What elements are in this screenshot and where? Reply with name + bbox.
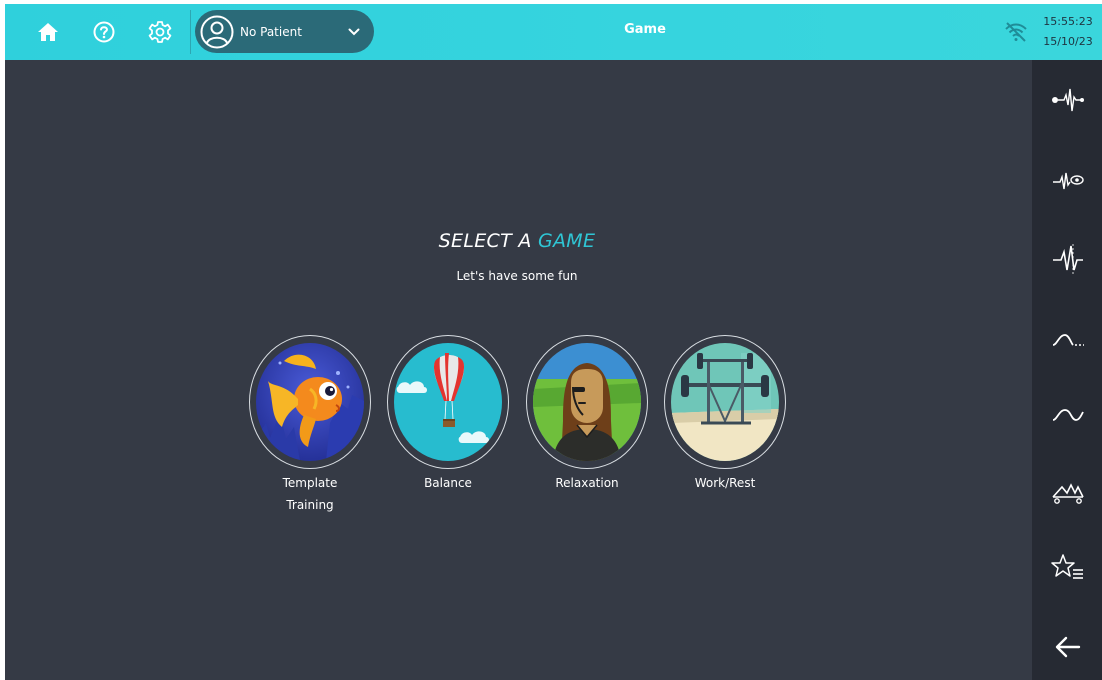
- chevron-down-icon: [348, 26, 360, 38]
- gear-icon[interactable]: [146, 18, 174, 46]
- toolbar-divider: [190, 10, 191, 54]
- patient-selector[interactable]: No Patient: [195, 10, 374, 53]
- back-arrow-icon[interactable]: [1050, 630, 1086, 664]
- help-icon[interactable]: [90, 18, 118, 46]
- app-frame: No Patient Game 15:55:23 15/10/23 SELECT…: [5, 4, 1102, 680]
- ecg-spike-icon[interactable]: [1050, 242, 1086, 276]
- game-label: Work/Rest: [643, 472, 807, 494]
- goldfish-image: [256, 343, 364, 461]
- game-balance[interactable]: Balance: [386, 335, 510, 490]
- heading-accent: GAME: [537, 230, 596, 252]
- game-template-training[interactable]: Template Training: [248, 335, 372, 512]
- subheading: Let's have some fun: [456, 269, 578, 283]
- wave-icon[interactable]: [1050, 398, 1086, 432]
- clock-time: 15:55:23: [1043, 15, 1093, 28]
- wifi-off-icon: [1003, 20, 1029, 44]
- clock: 15:55:23 15/10/23: [1039, 12, 1097, 52]
- top-bar: No Patient Game 15:55:23 15/10/23: [5, 4, 1102, 60]
- home-icon[interactable]: [34, 18, 62, 46]
- hot-air-balloon-image: [394, 343, 502, 461]
- patient-name: No Patient: [240, 24, 302, 39]
- game-relaxation[interactable]: Relaxation: [525, 335, 649, 490]
- page-title: Game: [624, 22, 666, 37]
- curve-dotted-icon[interactable]: [1050, 323, 1086, 357]
- game-work-rest[interactable]: Work/Rest: [663, 335, 787, 490]
- star-list-icon[interactable]: [1050, 552, 1086, 586]
- heading-prefix: SELECT A: [438, 230, 532, 252]
- barbell-image: [671, 343, 779, 461]
- mona-lisa-image: [533, 343, 641, 461]
- game-label-line2: Training: [286, 498, 334, 512]
- mountain-cart-icon[interactable]: [1050, 475, 1086, 509]
- clock-date: 15/10/23: [1043, 35, 1093, 48]
- user-circle-icon: [199, 14, 235, 50]
- right-sidebar: [1032, 60, 1102, 680]
- ecg-eye-icon[interactable]: [1050, 165, 1086, 199]
- game-label-line1: Work/Rest: [694, 476, 756, 490]
- select-game-heading: SELECT A GAME: [335, 230, 699, 252]
- ecg-probe-icon[interactable]: [1050, 83, 1086, 117]
